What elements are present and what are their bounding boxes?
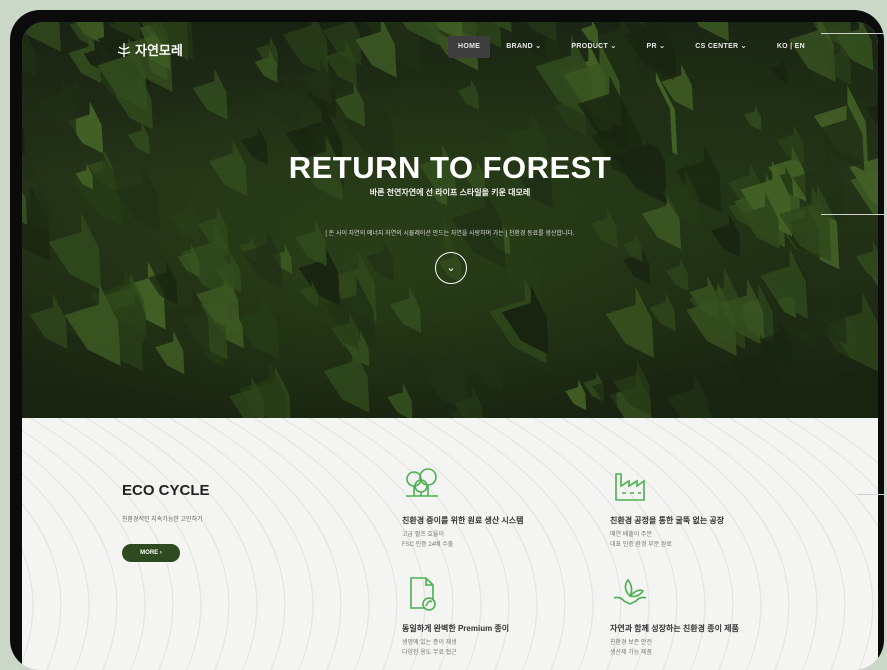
nav-item[interactable]: PRODUCT ⌄ [557, 36, 630, 58]
hero-subtitle: 바른 천연자연에 선 라이프 스타일을 키운 대모레 [369, 188, 531, 197]
feature-factory: 친환경 공정을 통한 굴뚝 없는 공장 매연 배출이 주문 대표 인증 환경 부… [610, 466, 810, 550]
feature-title: 자연과 함께 성장하는 친환경 종이 제품 [610, 624, 739, 633]
feature-title: 친환경 공정을 통한 굴뚝 없는 공장 [610, 516, 725, 525]
leaf-logo-icon [117, 42, 131, 57]
side-indicator-line [857, 494, 887, 495]
feature-line: 생명에 있는 종이 재생 [402, 640, 457, 646]
feature-eco-products: 자연과 함께 성장하는 친환경 종이 제품 친환경 보존 안전 생산제 가능 제… [610, 574, 810, 658]
browser-screen: 자연모레 HOME BRAND ⌄ PRODUCT ⌄ PR ⌄ CS CENTER ⌄… [22, 22, 878, 670]
wave-line [253, 418, 398, 670]
nav-item[interactable]: BRAND ⌄ [492, 36, 555, 58]
side-indicator-line [821, 33, 887, 34]
wave-line [22, 502, 62, 670]
eco-cycle-section: ECO CYCLE 친환경적인 지속가능한 고민하기 MORE › 친환경 증이… [22, 418, 878, 670]
device-frame: 자연모레 HOME BRAND ⌄ PRODUCT ⌄ PR ⌄ CS CENTER ⌄… [10, 10, 884, 670]
wave-line [197, 418, 342, 670]
nav-item[interactable]: CS CENTER ⌄ [681, 36, 761, 58]
forest-background [22, 22, 878, 418]
side-indicator-line [821, 214, 887, 215]
brand-logo[interactable]: 자연모레 [116, 40, 183, 59]
wave-line [225, 418, 370, 670]
wave-line [22, 449, 118, 670]
scroll-down-button[interactable]: ⌄ [435, 252, 467, 284]
feature-line: 생산제 가능 제품 [610, 650, 652, 656]
feature-line: 고급 펄프 효율이 [402, 532, 444, 538]
wave-line [22, 473, 90, 670]
wave-line [813, 418, 878, 464]
document-leaf-icon [410, 577, 436, 611]
nav-item[interactable]: HOME [448, 36, 491, 58]
trees-icon [406, 468, 438, 497]
hero-title: RETURN TO FOREST [288, 150, 612, 185]
hero-description: [ 돈 사이 자연의 에너지 자연의 시뮬레이션 만드는 자연을 사랑하며 가는… [325, 231, 575, 237]
eco-title: ECO CYCLE [122, 482, 210, 499]
feature-line: 다양한 용도 무료 접근 [402, 650, 457, 656]
chevron-down-icon: ⌄ [446, 262, 456, 274]
eco-description: 친환경적인 지속가능한 고민하기 [122, 517, 203, 523]
nav-item[interactable]: PR ⌄ [633, 36, 680, 58]
wave-line [169, 418, 314, 670]
more-button[interactable]: MORE › [122, 544, 180, 562]
main-menu: HOME BRAND ⌄ PRODUCT ⌄ PR ⌄ CS CENTER ⌄ KO | … [448, 36, 819, 58]
hero-overlay [22, 22, 878, 418]
feature-line: FSC 인증 24배 수출 [402, 542, 454, 548]
logo-text: 자연모레 [135, 43, 183, 58]
hands-leaf-icon [613, 578, 647, 605]
feature-line: 대표 인증 환경 부문 완료 [610, 542, 672, 548]
factory-icon [615, 473, 645, 501]
feature-line: 매연 배출이 주문 [610, 532, 652, 538]
feature-raw-material: 친환경 증이를 위한 원료 생산 시스템 고급 펄프 효율이 FSC 인증 24… [402, 466, 602, 550]
hero-section: 자연모레 HOME BRAND ⌄ PRODUCT ⌄ PR ⌄ CS CENTER ⌄… [22, 22, 878, 418]
feature-title: 동일하게 완벽한 Premium 종이 [402, 624, 510, 633]
feature-title: 친환경 증이를 위한 원료 생산 시스템 [402, 516, 524, 525]
feature-line: 친환경 보존 안전 [610, 640, 652, 646]
feature-premium-paper: 동일하게 완벽한 Premium 종이 생명에 있는 종이 재생 다양한 용도 … [402, 574, 602, 658]
top-navigation: 자연모레 HOME BRAND ⌄ PRODUCT ⌄ PR ⌄ CS CENTER ⌄… [22, 36, 878, 62]
wave-line [22, 548, 34, 663]
nav-item[interactable]: KO | EN [763, 36, 819, 58]
